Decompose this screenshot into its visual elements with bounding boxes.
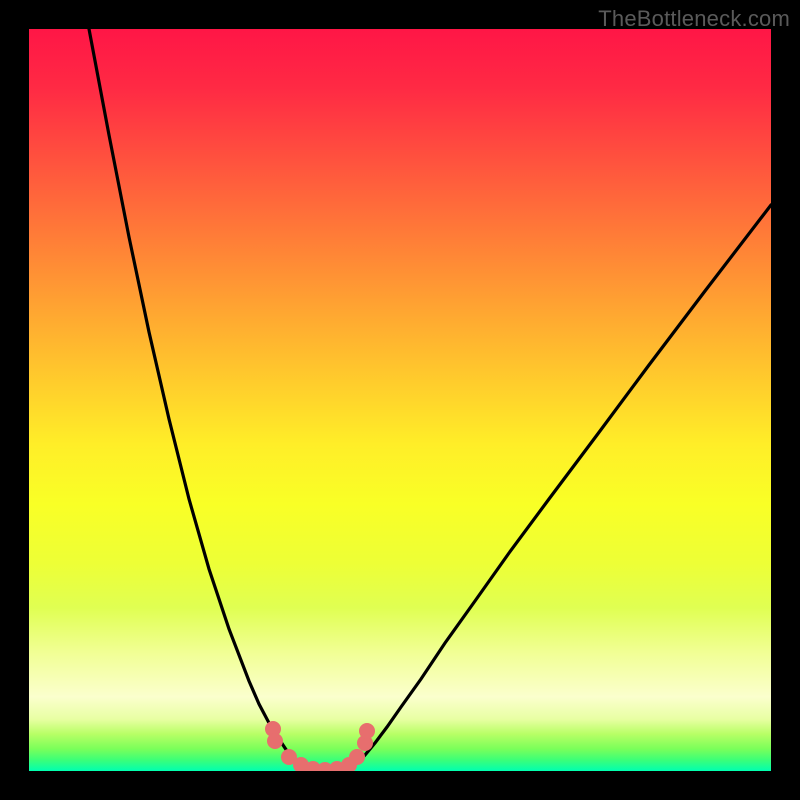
curve-right-arm xyxy=(351,205,771,767)
plot-area xyxy=(29,29,771,771)
curve-left-arm xyxy=(89,29,304,767)
valley-dot xyxy=(359,723,375,739)
valley-dot xyxy=(349,749,365,765)
watermark-text: TheBottleneck.com xyxy=(598,6,790,32)
valley-dot xyxy=(267,733,283,749)
valley-marker-group xyxy=(265,721,375,771)
curve-layer xyxy=(29,29,771,771)
chart-frame: TheBottleneck.com xyxy=(0,0,800,800)
